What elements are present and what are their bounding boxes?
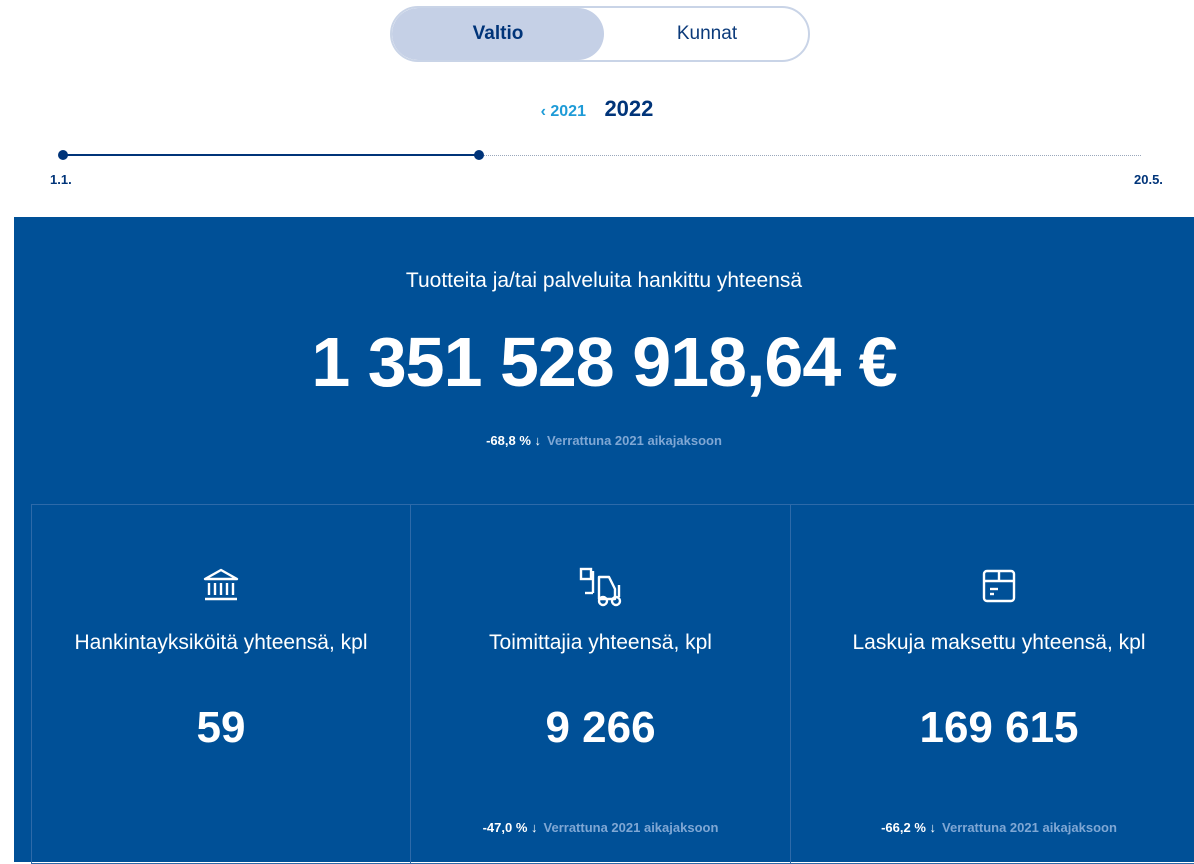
stat-cards: Hankintayksiköitä yhteensä, kpl 59 Toimi… [31, 504, 1194, 864]
timeline-progress [63, 154, 479, 156]
bank-icon [32, 567, 410, 603]
stat-value: 169 615 [919, 703, 1079, 752]
timeline-start-label: 1.1. [50, 172, 72, 187]
summary-change-note: Verrattuna 2021 aikajaksoon [547, 433, 722, 448]
current-year: 2022 [604, 96, 654, 121]
summary-comparison: -68,8 % ↓ Verrattuna 2021 aikajaksoon [14, 433, 1194, 448]
timeline-end-label: 20.5. [1134, 172, 1163, 187]
stat-change-note: Verrattuna 2021 aikajaksoon [942, 820, 1117, 835]
summary-panel: Tuotteita ja/tai palveluita hankittu yht… [14, 217, 1194, 864]
stat-card-suppliers: Toimittajia yhteensä, kpl 9 266 -47,0 % … [410, 504, 791, 864]
stat-label: Laskuja maksettu yhteensä, kpl [852, 631, 1146, 654]
previous-year-link[interactable]: ‹ 2021 [541, 103, 586, 120]
stat-value: 9 266 [545, 703, 656, 752]
summary-change: -68,8 % ↓ [486, 433, 542, 448]
stat-comparison: -47,0 % ↓ Verrattuna 2021 aikajaksoon [411, 820, 790, 835]
invoice-box-icon [791, 567, 1194, 605]
stat-change: -47,0 % ↓ [482, 820, 538, 835]
tab-kunnat[interactable]: Kunnat [604, 8, 808, 60]
stat-card-units: Hankintayksiköitä yhteensä, kpl 59 [31, 504, 411, 864]
org-type-toggle: Valtio Kunnat [390, 6, 810, 62]
stat-label: Toimittajia yhteensä, kpl [489, 631, 712, 654]
stat-comparison: -66,2 % ↓ Verrattuna 2021 aikajaksoon [791, 820, 1194, 835]
timeline [58, 150, 1141, 160]
tab-valtio[interactable]: Valtio [392, 8, 604, 60]
stat-label: Hankintayksiköitä yhteensä, kpl [74, 631, 368, 654]
stat-change: -66,2 % ↓ [881, 820, 937, 835]
timeline-handle[interactable] [474, 150, 484, 160]
year-selector: ‹ 2021 2022 [0, 96, 1194, 122]
forklift-icon [411, 567, 790, 607]
summary-title: Tuotteita ja/tai palveluita hankittu yht… [405, 269, 803, 292]
timeline-start-dot [58, 150, 68, 160]
stat-change-note: Verrattuna 2021 aikajaksoon [543, 820, 719, 835]
stat-card-invoices: Laskuja maksettu yhteensä, kpl 169 615 -… [790, 504, 1194, 864]
stat-value: 59 [196, 703, 246, 752]
summary-value: 1 351 528 918,64 € [311, 323, 897, 401]
timeline-remaining [479, 155, 1141, 156]
